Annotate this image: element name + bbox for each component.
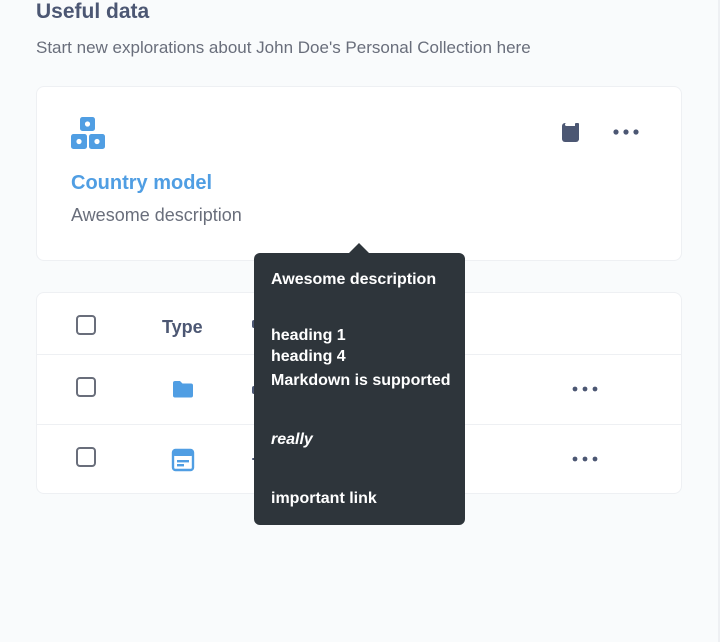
- tooltip-link[interactable]: important link: [271, 489, 377, 509]
- select-all-checkbox[interactable]: [76, 315, 96, 335]
- tooltip-line: Awesome description: [271, 271, 437, 288]
- column-header-type[interactable]: Type: [162, 316, 203, 338]
- row-menu-ellipsis-icon[interactable]: [571, 452, 599, 466]
- model-icon: [71, 117, 105, 149]
- row-checkbox[interactable]: [76, 447, 96, 467]
- table-icon: [171, 448, 195, 472]
- section-subtitle: Start new explorations about John Doe's …: [36, 38, 531, 57]
- model-name-link[interactable]: Country model: [71, 171, 212, 195]
- section-title: Useful data: [36, 0, 150, 23]
- tooltip-line: Markdown is supported: [271, 372, 451, 389]
- folder-icon: [173, 381, 193, 398]
- tooltip-heading-4: heading 4: [271, 348, 346, 365]
- description-tooltip: Awesome description heading 1 heading 4 …: [254, 253, 465, 525]
- tooltip-arrow: [349, 243, 369, 253]
- row-checkbox[interactable]: [76, 377, 96, 397]
- card-menu-ellipsis-icon[interactable]: [611, 121, 641, 143]
- collection-page: Useful data Start new explorations about…: [0, 0, 720, 642]
- tooltip-italic-text: really: [271, 431, 313, 448]
- bookmark-icon[interactable]: [560, 121, 582, 143]
- row-menu-ellipsis-icon[interactable]: [571, 382, 599, 396]
- tooltip-heading-1: heading 1: [271, 327, 346, 344]
- pinned-model-card[interactable]: Country model Awesome description: [36, 86, 682, 261]
- model-description: Awesome description: [71, 205, 242, 225]
